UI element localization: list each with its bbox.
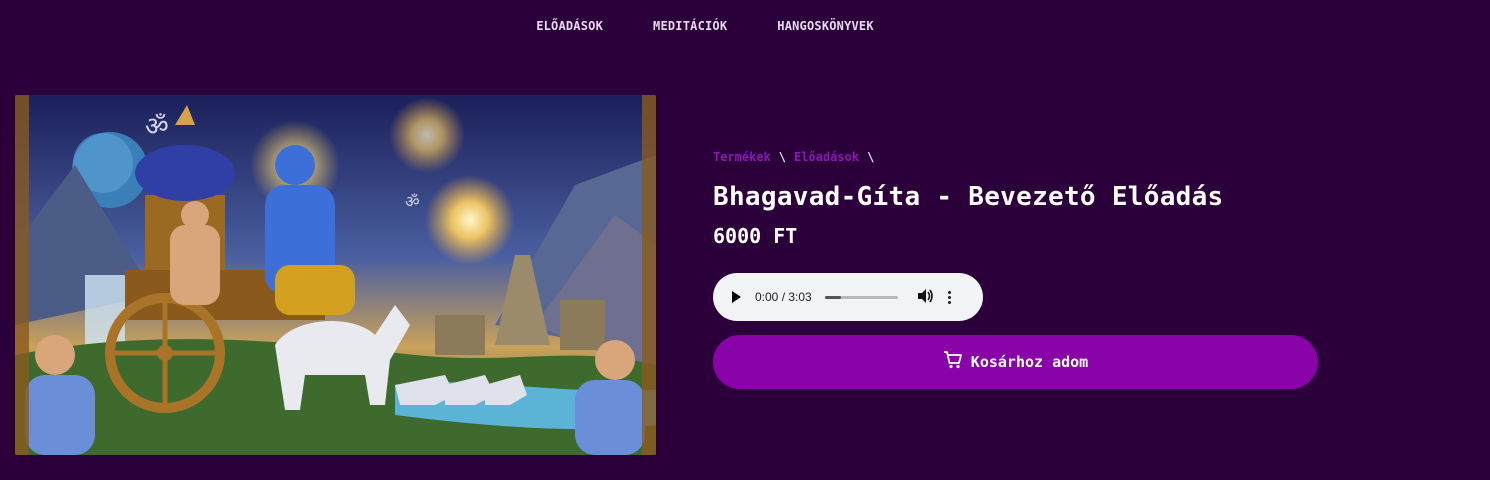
add-to-cart-button[interactable]: Kosárhoz adom [713,335,1318,389]
svg-text:ॐ: ॐ [145,112,169,142]
product-price: 6000 FT [713,224,798,248]
breadcrumb-separator: \ [867,150,875,164]
main-nav: ELŐADÁSOK MEDITÁCIÓK HANGOSKÖNYVEK [0,19,1410,33]
breadcrumb-separator: \ [778,150,787,164]
nav-item-eloadasok[interactable]: ELŐADÁSOK [536,19,603,33]
breadcrumb-link-termekek[interactable]: Termékek [713,150,771,164]
product-image: ॐ ॐ [15,95,656,455]
nav-item-meditaciok[interactable]: MEDITÁCIÓK [653,19,727,33]
more-options-icon[interactable] [947,290,951,304]
audio-time: 0:00 / 3:03 [755,290,812,304]
product-info: Termékek \ Előadások \ Bhagavad-Gíta - Beve… [713,150,1318,389]
product-title: Bhagavad-Gíta - Bevezető Előadás [713,182,1224,212]
audio-player[interactable]: 0:00 / 3:03 [713,273,983,321]
audio-progress-track[interactable] [824,295,898,299]
breadcrumb-link-eloadasok[interactable]: Előadások [794,150,859,164]
nav-item-hangoskonyvek[interactable]: HANGOSKÖNYVEK [777,19,874,33]
breadcrumb: Termékek \ Előadások \ [713,150,1318,164]
add-to-cart-label: Kosárhoz adom [970,353,1089,371]
audio-progress-fill [824,295,841,299]
cart-icon [943,351,963,373]
svg-text:ॐ: ॐ [405,192,420,211]
volume-icon[interactable] [917,288,934,306]
play-icon[interactable] [732,291,741,303]
